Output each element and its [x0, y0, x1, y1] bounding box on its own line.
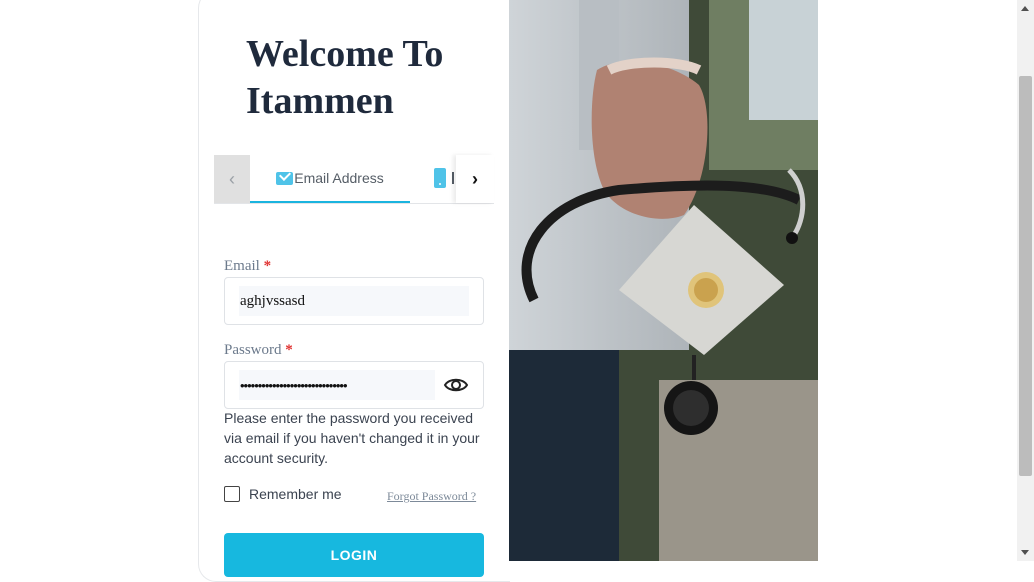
vertical-scrollbar[interactable] [1017, 0, 1034, 561]
tab-email-address[interactable]: Email Address [250, 155, 410, 203]
checkbox-box[interactable] [224, 486, 240, 502]
tab-phone[interactable] [434, 155, 456, 201]
login-button[interactable]: LOGIN [224, 533, 484, 577]
chevron-left-icon: ‹ [229, 168, 235, 189]
toggle-password-visibility-button[interactable] [443, 374, 469, 396]
tabs-prev-button[interactable]: ‹ [214, 155, 250, 203]
password-label: Password * [224, 342, 293, 358]
required-mark: * [285, 342, 293, 358]
tabs-next-button[interactable]: › [456, 155, 494, 203]
password-field-wrapper [224, 361, 484, 409]
photo-illustration [509, 0, 818, 561]
email-field-wrapper [224, 277, 484, 325]
password-hint-text: Please enter the password you received v… [224, 410, 480, 466]
email-label: Email * [224, 258, 272, 274]
scroll-up-arrow-icon[interactable] [1021, 6, 1029, 11]
envelope-icon [276, 171, 294, 185]
page-title: Welcome To Itammen [246, 33, 444, 122]
login-method-tabs: ‹ Email Address › [214, 155, 494, 204]
email-input[interactable] [239, 286, 469, 316]
remember-me-label: Remember me [249, 486, 342, 502]
remember-me-checkbox[interactable]: Remember me [224, 486, 342, 502]
chevron-right-icon: › [472, 168, 478, 189]
eye-icon [443, 378, 469, 392]
required-mark: * [263, 258, 272, 274]
phone-icon [434, 168, 446, 188]
scrollbar-thumb[interactable] [1019, 76, 1032, 476]
doctor-stethoscope-mask-photo [509, 0, 818, 561]
password-input[interactable] [239, 370, 435, 400]
tab-email-label: Email Address [294, 170, 384, 186]
forgot-password-link[interactable]: Forgot Password ? [387, 489, 476, 504]
scroll-down-arrow-icon[interactable] [1021, 550, 1029, 555]
